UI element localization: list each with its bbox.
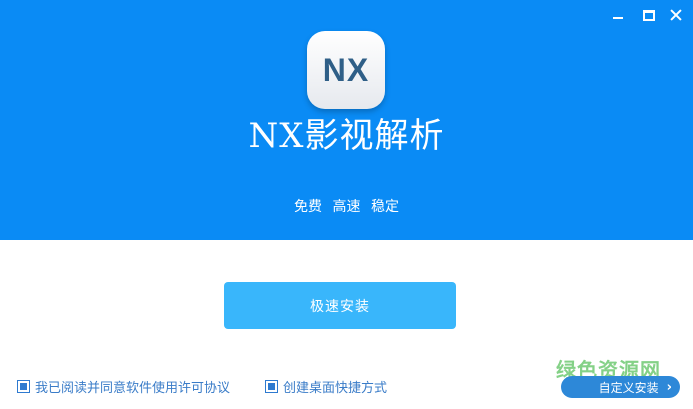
minimize-icon bbox=[613, 17, 623, 19]
quick-install-label: 极速安装 bbox=[310, 298, 370, 315]
close-icon bbox=[670, 9, 682, 21]
maximize-button[interactable] bbox=[639, 5, 659, 25]
chevron-right-icon: › bbox=[666, 379, 672, 395]
custom-install-button[interactable]: 自定义安装 › bbox=[561, 376, 680, 398]
custom-install-label: 自定义安装 bbox=[598, 380, 659, 395]
maximize-icon bbox=[643, 9, 655, 21]
agree-checkbox-box[interactable] bbox=[17, 379, 30, 393]
close-button[interactable] bbox=[666, 5, 686, 25]
app-title: NX影视解析 bbox=[248, 116, 445, 156]
header-banner: NX NX影视解析 免费 高速 稳定 bbox=[0, 0, 693, 240]
app-tagline: 免费 高速 稳定 bbox=[294, 199, 399, 215]
minimize-button[interactable] bbox=[608, 5, 628, 25]
desktop-shortcut-checkbox[interactable]: 创建桌面快捷方式 bbox=[265, 377, 388, 396]
agree-license-label[interactable]: 我已阅读并同意软件使用许可协议 bbox=[35, 377, 230, 396]
desktop-shortcut-label: 创建桌面快捷方式 bbox=[283, 380, 388, 396]
quick-install-button[interactable]: 极速安装 bbox=[224, 282, 456, 329]
shortcut-checkbox-box[interactable] bbox=[265, 379, 278, 393]
agree-license-checkbox[interactable]: 我已阅读并同意软件使用许可协议 bbox=[17, 377, 230, 396]
app-logo-text: NX bbox=[322, 51, 370, 88]
checkbox-checked-icon bbox=[268, 382, 275, 390]
app-logo: NX bbox=[307, 31, 385, 109]
checkbox-checked-icon bbox=[20, 382, 27, 390]
